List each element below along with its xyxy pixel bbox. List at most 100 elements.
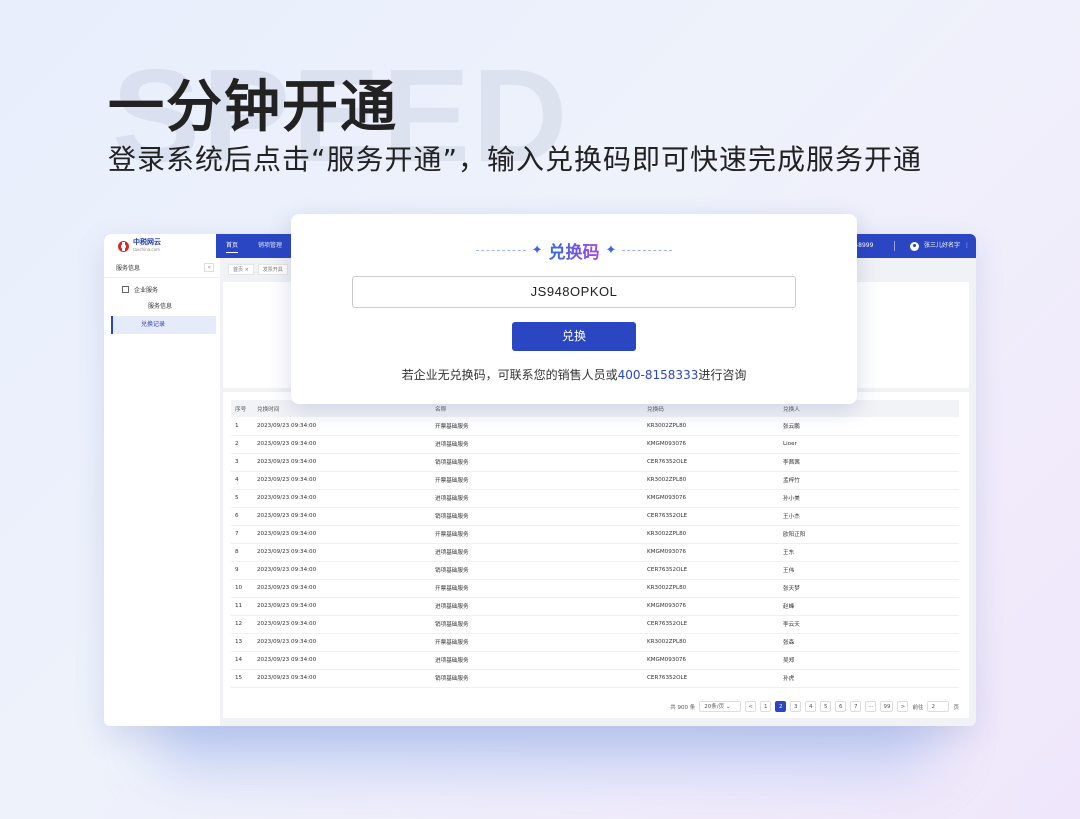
cell-time: 2023/09/23 09:34:00 [253,669,431,688]
collapse-icon[interactable]: « [204,263,214,272]
page-button[interactable]: 3 [790,701,802,712]
table-row: 12 2023/09/23 09:34:00 销项基础服务 CER76352OLE 李云… [231,615,959,634]
page-button[interactable]: 6 [835,701,847,712]
page-list: 1 2 3 4 5 6 7 ··· 99 [760,701,894,712]
table-row: 11 2023/09/23 09:34:00 进项基础服务 KMGM093076 赵峰 [231,597,959,616]
cell-code: CER76352OLE [643,615,779,634]
user-avatar-icon [909,241,919,251]
tab-home[interactable]: 首页 × [228,264,254,275]
cell-name: 进项基础服务 [431,597,643,616]
sidebar: 服务信息 « 企业服务 服务信息 兑换记录 [104,258,220,726]
sidebar-item-redeem-records[interactable]: 兑换记录 [111,316,216,334]
cell-name: 进项基础服务 [431,435,643,454]
cell-redeemer: 欧阳正阳 [779,525,959,544]
dashed-line-left [475,250,526,251]
cell-index: 1 [231,417,253,436]
cell-index: 11 [231,597,253,616]
cell-index: 8 [231,543,253,562]
cell-code: KR3002ZPL80 [643,525,779,544]
page-button[interactable]: 1 [760,701,772,712]
cell-time: 2023/09/23 09:34:00 [253,615,431,634]
cell-index: 15 [231,669,253,688]
page-button[interactable]: 5 [820,701,832,712]
page-size-select[interactable]: 20条/页 ⌄ [699,701,742,712]
cell-code: KMGM093076 [643,489,779,508]
sparkle-icon: ✦ [531,243,543,258]
table-row: 6 2023/09/23 09:34:00 销项基础服务 CER76352OLE 王小杰 [231,507,959,526]
col-header-index: 序号 [231,400,253,417]
table-row: 8 2023/09/23 09:34:00 进项基础服务 KMGM093076 王东 [231,543,959,562]
hero-subtitle: 登录系统后点击“服务开通”，输入兑换码即可快速完成服务开通 [108,143,923,176]
logo[interactable]: 中税网云 taxchina.com [104,234,216,258]
records-table: 序号 兑换时间 名称 兑换码 兑换人 1 2023/09/23 09:34:00 开… [231,400,959,688]
page-button[interactable]: 2 [775,701,787,712]
cell-name: 销项基础服务 [431,669,643,688]
sidebar-item-service-info[interactable]: 服务信息 [111,298,216,316]
cell-redeemer: 张天梦 [779,579,959,598]
cell-index: 9 [231,561,253,580]
cell-name: 开票基础服务 [431,471,643,490]
cell-name: 销项基础服务 [431,507,643,526]
user-name: 张三儿好名字 [923,242,960,249]
breadcrumb-tabs: 首页 × 发票开具 [228,264,288,275]
cell-index: 6 [231,507,253,526]
table-row: 2 2023/09/23 09:34:00 进项基础服务 KMGM093076 Lioe… [231,435,959,454]
table-row: 15 2023/09/23 09:34:00 销项基础服务 CER76352OLE 孙虎 [231,669,959,688]
cell-index: 14 [231,651,253,670]
sparkle-icon: ✦ [605,243,617,258]
page-button[interactable]: 4 [805,701,817,712]
contact-phone: 400-8158333 [617,368,699,382]
cell-redeemer: 孟梓竹 [779,471,959,490]
sidebar-header: 服务信息 « [104,258,220,278]
logo-domain: taxchina.com [133,247,160,252]
cell-redeemer: 孙小美 [779,489,959,508]
redeem-code-input[interactable]: JS948OPKOL [352,276,796,308]
goto-page-input[interactable]: 2 [927,701,950,712]
user-menu[interactable]: 张三儿好名字 ⋮ [909,234,970,258]
page-button[interactable]: 7 [850,701,862,712]
cell-code: KR3002ZPL80 [643,579,779,598]
table-row: 5 2023/09/23 09:34:00 进项基础服务 KMGM093076 孙小美 [231,489,959,508]
cell-name: 销项基础服务 [431,453,643,472]
cell-code: KMGM093076 [643,543,779,562]
page-ellipsis[interactable]: ··· [865,701,877,712]
total-count: 共 900 条 [670,704,696,711]
pagination: 共 900 条 20条/页 ⌄ < 1 2 3 4 5 6 7 ··· 99 > 前往 2 页 [670,701,959,712]
redeem-button[interactable]: 兑换 [512,322,636,351]
next-page-button[interactable]: > [897,701,909,712]
table-body: 1 2023/09/23 09:34:00 开票基础服务 KR3002ZPL80 张云鹏… [231,417,959,688]
cell-name: 进项基础服务 [431,651,643,670]
goto-suffix: 页 [953,704,959,711]
table-row: 14 2023/09/23 09:34:00 进项基础服务 KMGM093076 吴郑 [231,651,959,670]
cell-index: 7 [231,525,253,544]
cell-redeemer: 王伟 [779,561,959,580]
building-icon [122,286,129,293]
prev-page-button[interactable]: < [745,701,757,712]
cell-name: 开票基础服务 [431,417,643,436]
table-row: 4 2023/09/23 09:34:00 开票基础服务 KR3002ZPL80 孟梓竹 [231,471,959,490]
cell-time: 2023/09/23 09:34:00 [253,543,431,562]
sidebar-title: 服务信息 [116,265,141,272]
cell-name: 销项基础服务 [431,615,643,634]
sidebar-group-enterprise-service[interactable]: 企业服务 [104,278,220,294]
cell-code: CER76352OLE [643,453,779,472]
cell-index: 12 [231,615,253,634]
cell-code: KMGM093076 [643,651,779,670]
more-icon[interactable]: ⋮ [964,234,970,258]
tab-invoice-issue[interactable]: 发票开具 [257,264,288,275]
page-button[interactable]: 99 [880,701,894,712]
nav-item-home[interactable]: 首页 [216,234,248,258]
nav-item-output-management[interactable]: 销项管理 [248,234,292,258]
cell-code: KMGM093076 [643,435,779,454]
table-row: 1 2023/09/23 09:34:00 开票基础服务 KR3002ZPL80 张云鹏 [231,417,959,436]
cell-code: CER76352OLE [643,561,779,580]
goto-label: 前往 [912,704,924,711]
cell-time: 2023/09/23 09:34:00 [253,633,431,652]
cell-index: 5 [231,489,253,508]
cell-name: 开票基础服务 [431,525,643,544]
cell-index: 2 [231,435,253,454]
cell-time: 2023/09/23 09:34:00 [253,471,431,490]
divider [894,241,895,251]
cell-code: CER76352OLE [643,507,779,526]
cell-name: 进项基础服务 [431,543,643,562]
